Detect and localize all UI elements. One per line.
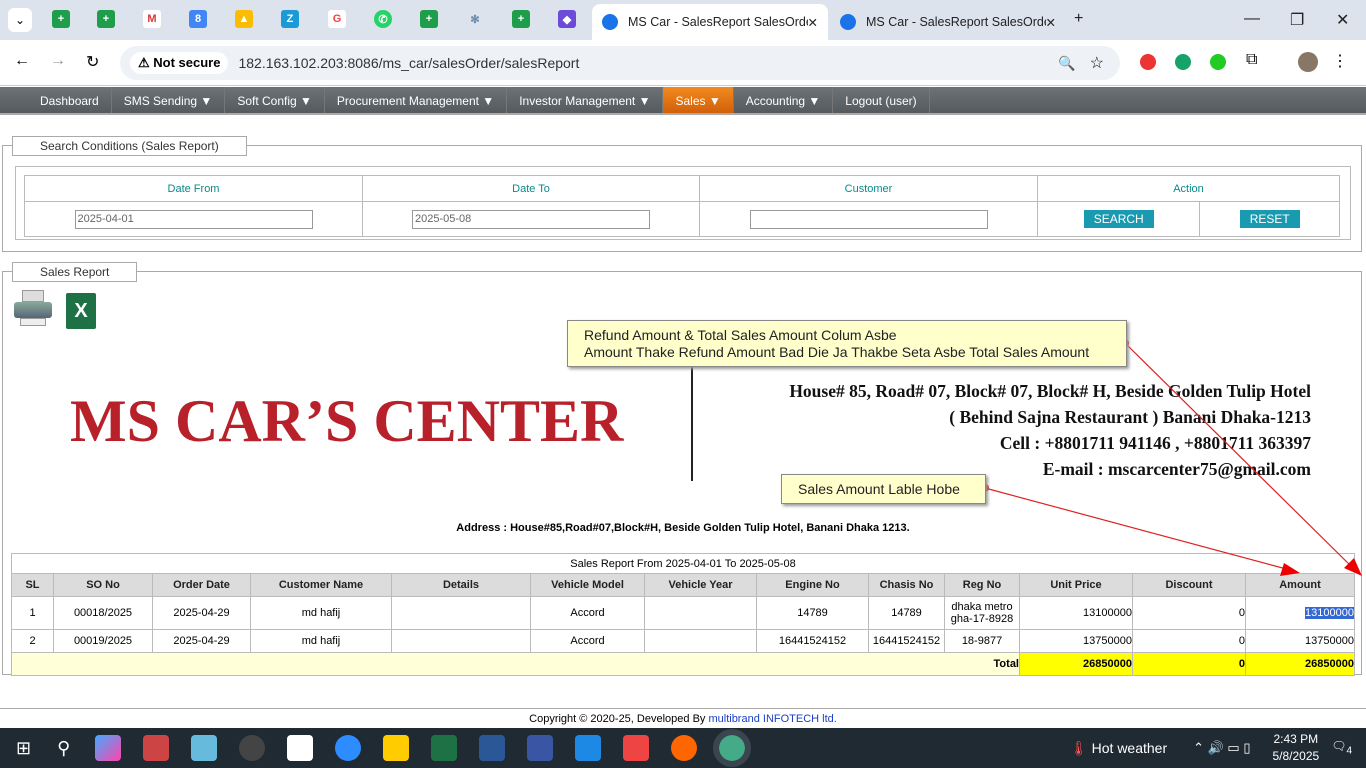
windows-start-icon[interactable]: ⊞ xyxy=(16,738,31,759)
windows-taskbar: ⊞ ⚲ 🌡 Hot weather ⌃ 🔊 ▭ ▯ 2:43 PM 5/8/202… xyxy=(0,728,1366,768)
app-icon[interactable] xyxy=(191,735,218,761)
note-line: Refund Amount & Total Sales Amount Colum… xyxy=(584,327,897,343)
note-line: Amount Thake Refund Amount Bad Die Ja Th… xyxy=(584,344,1090,360)
developer-link[interactable]: multibrand INFOTECH ltd. xyxy=(708,713,836,725)
anydesk-icon[interactable] xyxy=(623,735,650,761)
sticky-notes-icon[interactable] xyxy=(383,735,410,761)
annotation-arrows xyxy=(981,339,1362,576)
app-icon[interactable] xyxy=(287,735,314,761)
app-icon[interactable] xyxy=(143,735,170,761)
annotation-note-sales-amount: Sales Amount Lable Hobe xyxy=(781,474,986,504)
clock[interactable]: 2:43 PM 5/8/2025 xyxy=(1272,731,1319,765)
firefox-icon[interactable] xyxy=(671,735,698,761)
annotation-note-refund: Refund Amount & Total Sales Amount Colum… xyxy=(567,320,1127,367)
whatsapp-icon[interactable] xyxy=(239,735,266,761)
footer: Copyright © 2020-25, Developed By multib… xyxy=(0,708,1366,725)
word-icon[interactable] xyxy=(479,735,506,761)
thermometer-icon: 🌡 xyxy=(1069,739,1092,756)
zoom-app-icon[interactable] xyxy=(335,735,362,761)
copilot-icon[interactable] xyxy=(95,735,122,761)
search-icon[interactable]: ⚲ xyxy=(57,738,70,759)
visio-icon[interactable] xyxy=(527,735,554,761)
chrome-icon[interactable] xyxy=(713,729,752,767)
weather-widget[interactable]: 🌡 Hot weather xyxy=(1070,740,1167,757)
app-icon[interactable] xyxy=(575,735,602,761)
system-tray-icons[interactable]: ⌃ 🔊 ▭ ▯ xyxy=(1193,740,1250,756)
notifications-icon[interactable]: 🗨4 xyxy=(1331,739,1352,756)
footer-text: Copyright © 2020-25, Developed By xyxy=(529,713,709,725)
excel-icon[interactable] xyxy=(431,735,458,761)
